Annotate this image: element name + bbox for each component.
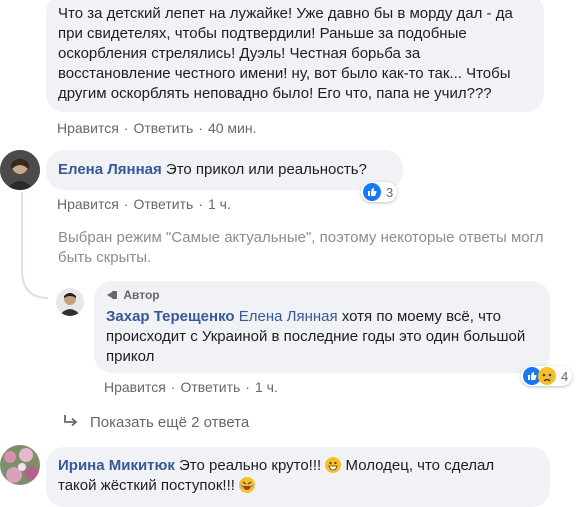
reaction-summary[interactable]: 3 [361, 182, 398, 202]
comment-text: Что за детский лепет на лужайке! Уже дав… [58, 5, 513, 102]
timestamp[interactable]: 1 ч. [255, 379, 278, 395]
microphone-icon [107, 291, 117, 299]
reply-link[interactable]: Ответить [180, 379, 240, 395]
avatar-photo-icon [0, 445, 40, 485]
reaction-count: 4 [561, 368, 569, 384]
reply-link[interactable]: Ответить [133, 120, 193, 136]
mention-link[interactable]: Елена Лянная [239, 308, 338, 325]
reaction-summary[interactable]: 4 [521, 366, 573, 386]
sad-reaction-icon [538, 367, 556, 385]
grinning-face-emoji-icon [325, 457, 342, 473]
comment-text: Это реально круто!!! [179, 457, 322, 474]
comment-bubble-3: Ирина Микитюк Это реально круто!!! Молод… [46, 447, 550, 507]
reply-link[interactable]: Ответить [133, 196, 193, 212]
reaction-count: 3 [386, 184, 394, 200]
reply-arrow-icon [64, 415, 78, 427]
timestamp[interactable]: 1 ч. [208, 196, 231, 212]
timestamp[interactable]: 40 мин. [208, 120, 257, 136]
reply-actions: Нравится · Ответить · 1 ч. [104, 379, 278, 395]
comment-text: Это прикол или реальность? [165, 161, 367, 178]
author-name[interactable]: Захар Терещенко [106, 308, 235, 325]
filter-note: Выбран режим "Самые актуальные", поэтому… [58, 229, 544, 266]
comment-bubble-1: Что за детский лепет на лужайке! Уже дав… [46, 0, 544, 112]
like-reaction-icon [363, 183, 381, 201]
avatar-photo-icon [56, 288, 84, 316]
avatar[interactable] [0, 445, 40, 485]
show-more-replies[interactable]: Показать ещё 2 ответа [62, 414, 249, 431]
author-badge: Автор [106, 285, 160, 305]
author-name[interactable]: Ирина Микитюк [58, 457, 175, 474]
rolling-laughing-emoji-icon [239, 477, 256, 493]
avatar[interactable] [56, 288, 84, 316]
reply-bubble: Автор Захар Терещенко Елена Лянная хотя … [94, 281, 550, 373]
like-link[interactable]: Нравится [104, 379, 166, 395]
